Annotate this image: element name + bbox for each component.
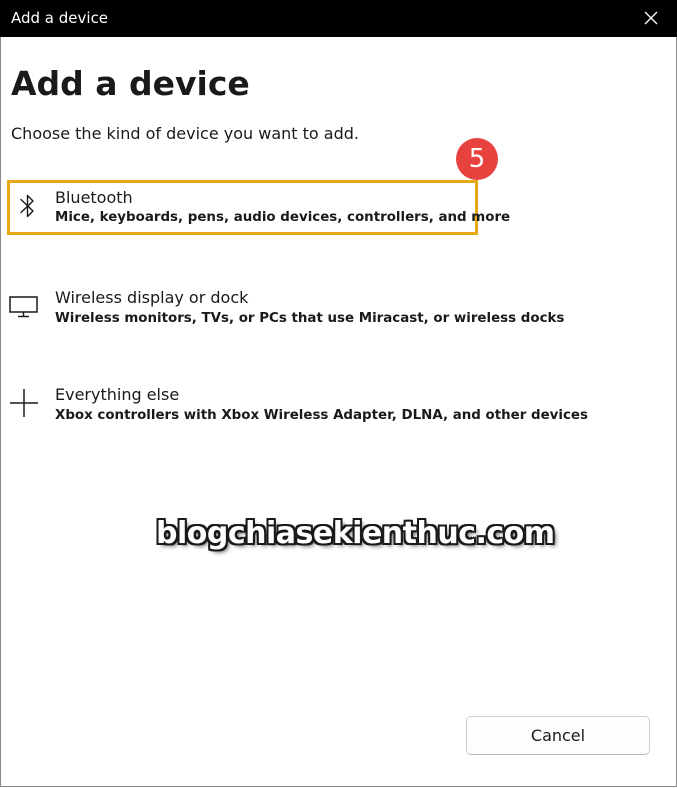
option-title: Wireless display or dock — [55, 288, 249, 307]
step-badge: 5 — [456, 138, 498, 180]
plus-icon — [8, 386, 40, 420]
close-icon — [644, 11, 658, 25]
window-title: Add a device — [11, 9, 109, 27]
page-title: Add a device — [11, 64, 250, 103]
monitor-icon — [8, 289, 40, 323]
option-title: Everything else — [55, 385, 180, 404]
option-everything-else[interactable]: Everything else Xbox controllers with Xb… — [8, 380, 588, 430]
title-bar: Add a device — [0, 0, 677, 37]
option-bluetooth[interactable]: Bluetooth Mice, keyboards, pens, audio d… — [7, 180, 510, 235]
close-button[interactable] — [639, 6, 663, 30]
watermark: blogchiasekienthuc.com — [156, 516, 555, 551]
option-description: Mice, keyboards, pens, audio devices, co… — [55, 210, 511, 225]
option-wireless-display[interactable]: Wireless display or dock Wireless monito… — [8, 283, 564, 333]
option-title: Bluetooth — [55, 188, 133, 207]
bluetooth-icon — [12, 189, 44, 223]
option-description: Wireless monitors, TVs, or PCs that use … — [55, 311, 565, 326]
option-description: Xbox controllers with Xbox Wireless Adap… — [55, 408, 588, 423]
page-subtitle: Choose the kind of device you want to ad… — [11, 124, 359, 143]
cancel-button[interactable]: Cancel — [466, 716, 650, 755]
